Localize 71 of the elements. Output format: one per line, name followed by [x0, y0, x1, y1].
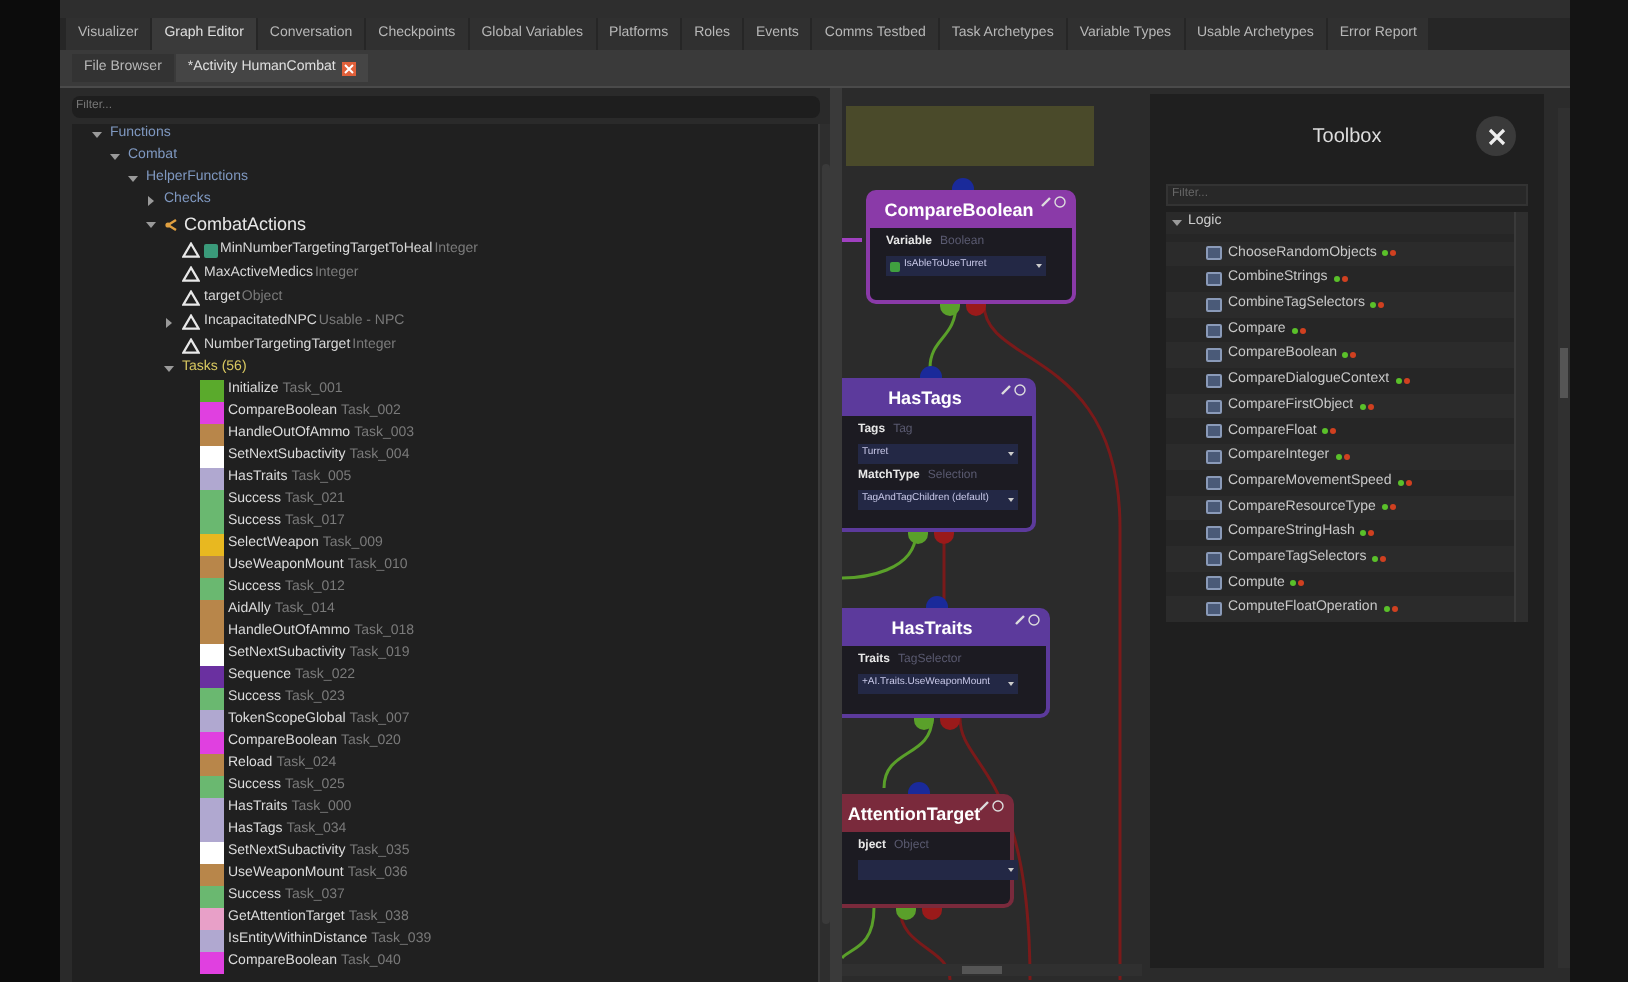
settings-button[interactable] [1476, 116, 1516, 156]
expander-icon[interactable] [164, 317, 174, 327]
node-title: AttentionTarget [847, 801, 981, 828]
checkbox[interactable] [890, 261, 900, 271]
status-dots-icon [1333, 276, 1350, 283]
node-icon [1206, 475, 1222, 490]
node-icon [1206, 526, 1222, 541]
caret-icon [1008, 498, 1014, 502]
node-icon [1206, 348, 1222, 363]
success-port[interactable] [907, 532, 927, 544]
input-port[interactable] [919, 366, 941, 378]
node-icon [1206, 602, 1222, 617]
status-dots-icon [1381, 504, 1398, 511]
expander-icon[interactable] [128, 174, 138, 184]
status-dots-icon [1322, 428, 1339, 435]
edit-help-icon[interactable] [1014, 614, 1040, 626]
status-dots-icon [1290, 580, 1307, 587]
node-icon [1206, 576, 1222, 591]
edit-help-icon[interactable] [978, 800, 1004, 812]
expander-icon[interactable] [146, 196, 156, 206]
status-dots-icon [1342, 352, 1359, 359]
node-icon [1206, 272, 1222, 287]
status-dots-icon [1382, 250, 1399, 257]
node-icon [1206, 500, 1222, 515]
success-port[interactable] [896, 908, 916, 920]
tree-item-label[interactable]: CombatActions [184, 211, 307, 239]
status-dots-icon [1335, 453, 1352, 460]
node-icon [1206, 373, 1222, 388]
expander-icon[interactable] [164, 364, 174, 374]
node-icon [1206, 323, 1222, 338]
wire [842, 238, 862, 242]
status-dots-icon [1372, 555, 1389, 562]
node-icon [1206, 246, 1222, 261]
input-port[interactable] [908, 782, 930, 794]
scrollbar[interactable] [818, 124, 830, 982]
status-dots-icon [1360, 530, 1377, 537]
branch-icon [164, 218, 178, 232]
status-dots-icon [1291, 327, 1308, 334]
wire [842, 907, 876, 960]
toolbox-title: Toolbox [1312, 123, 1382, 151]
expander-icon[interactable] [92, 130, 102, 140]
node-title: HasTags [888, 385, 962, 412]
node-icon [1206, 424, 1222, 439]
scrollbar[interactable] [1514, 212, 1528, 622]
status-dots-icon [1397, 479, 1414, 486]
caret-icon [1008, 452, 1014, 456]
caret-icon [1008, 682, 1014, 686]
edit-help-icon[interactable] [1000, 384, 1026, 396]
edit-help-icon[interactable] [1040, 196, 1066, 208]
close-icon[interactable] [341, 61, 356, 75]
node-icon [1206, 297, 1222, 312]
success-port[interactable] [914, 718, 934, 730]
node-title: HasTraits [891, 615, 973, 641]
status-dots-icon [1395, 377, 1412, 384]
expander-icon[interactable] [1172, 217, 1182, 228]
node-icon [1206, 399, 1222, 414]
expander-icon[interactable] [146, 220, 156, 230]
status-dots-icon [1359, 403, 1376, 410]
node-icon [1206, 551, 1222, 566]
status-dots-icon [1383, 606, 1400, 613]
caret-icon [1008, 868, 1014, 872]
scrollbar[interactable] [1558, 108, 1570, 968]
caret-icon [1036, 264, 1042, 268]
node-title: CompareBoolean [884, 197, 1034, 224]
status-dots-icon [1370, 301, 1387, 308]
input-port[interactable] [926, 596, 948, 608]
expander-icon[interactable] [110, 152, 120, 162]
node-icon [1206, 449, 1222, 464]
success-port[interactable] [939, 304, 959, 316]
input-port[interactable] [951, 178, 973, 190]
scrollbar[interactable] [842, 964, 1142, 976]
